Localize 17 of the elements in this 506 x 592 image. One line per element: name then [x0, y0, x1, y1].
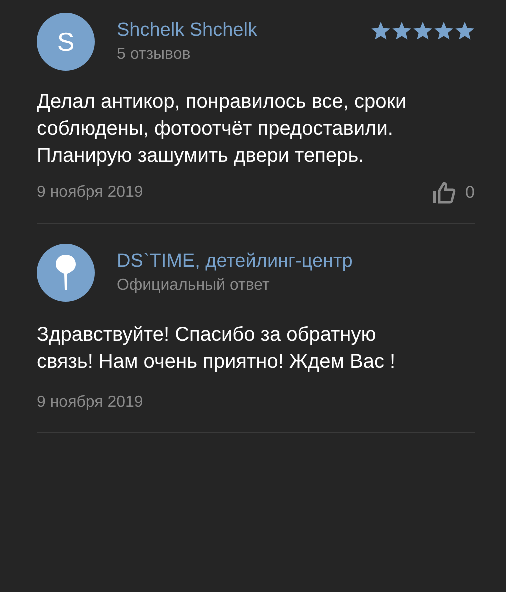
star-icon	[434, 22, 454, 41]
pin-icon	[55, 254, 77, 290]
reply-date: 9 ноября 2019	[37, 392, 144, 412]
star-icon	[413, 22, 433, 41]
official-reply-label: Официальный ответ	[117, 276, 271, 296]
author-name[interactable]: Shchelk Shchelk	[117, 18, 258, 44]
thumbs-up-icon	[432, 182, 456, 204]
star-icon	[371, 22, 391, 41]
reply-text: Здравствуйте! Спасибо за обратную связь! Нам очень приятно! Ждем Вас !	[37, 322, 397, 374]
user-avatar: S	[37, 13, 95, 71]
reviews-count: 5 отзывов	[117, 45, 192, 65]
star-icon	[392, 22, 412, 41]
review-date: 9 ноября 2019	[37, 182, 144, 203]
like-button[interactable]: 0	[432, 180, 475, 206]
company-name[interactable]: DS`TIME, детейлинг-центр	[117, 248, 353, 274]
star-icon	[455, 22, 475, 41]
review-text: Делал антикор, понравилось все, сроки соблюдены, фотоотчёт предоставили. Планирую зашумить двери теперь.	[37, 90, 408, 169]
